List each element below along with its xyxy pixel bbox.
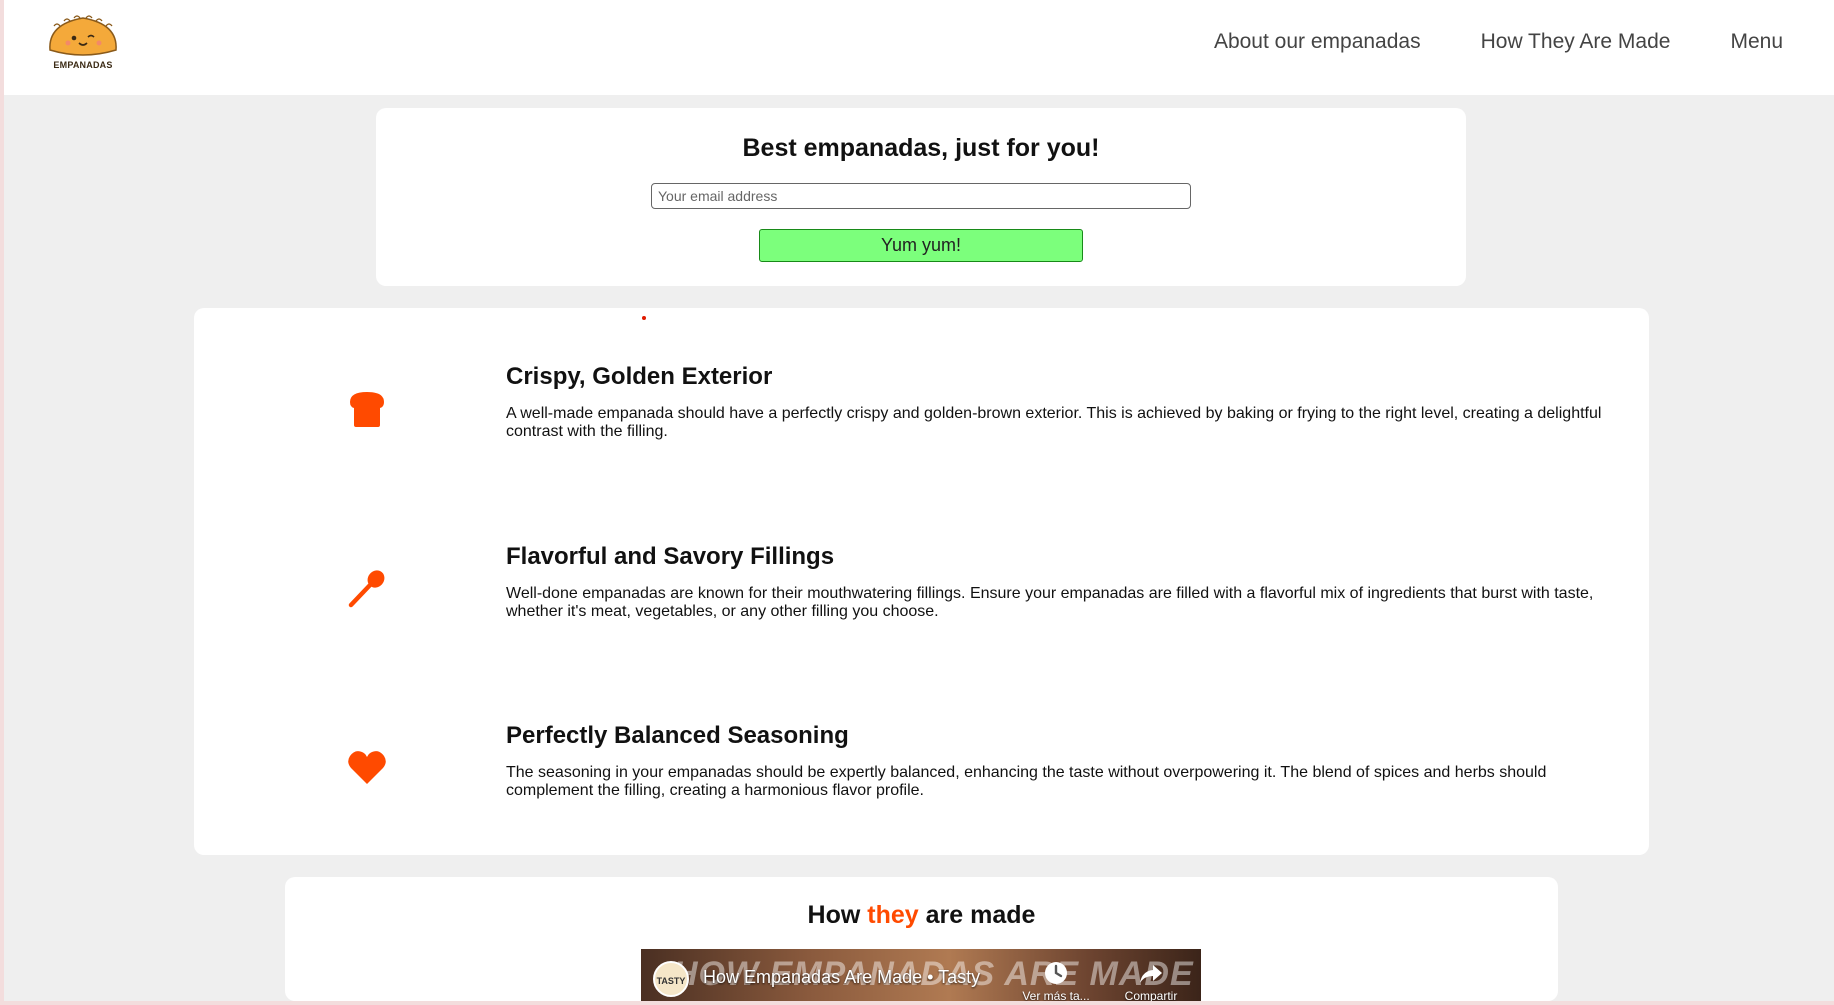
video-section-title-start: How xyxy=(807,901,861,929)
feature-item: Crispy, Golden Exterior A well-made empa… xyxy=(194,363,1649,503)
signup-title: Best empanadas, just for you! xyxy=(742,134,1100,162)
nav-link-how-made[interactable]: How They Are Made xyxy=(1481,30,1671,54)
video-section-title: How they are made xyxy=(285,877,1558,930)
empanada-logo-icon xyxy=(49,15,117,56)
video-section-title-accent: they xyxy=(867,901,919,929)
feature-description: Well-done empanadas are known for their … xyxy=(506,585,1594,620)
email-input[interactable] xyxy=(651,183,1191,209)
empanadas-logo[interactable]: EMPANADAS xyxy=(44,10,122,74)
logo-text: EMPANADAS xyxy=(53,60,113,70)
channel-avatar[interactable]: TASTY xyxy=(653,961,689,997)
yum-yum-button[interactable]: Yum yum! xyxy=(759,229,1083,262)
feature-description: A well-made empanada should have a perfe… xyxy=(506,405,1602,440)
page: EMPANADAS About our empanadas How They A… xyxy=(0,0,1834,1005)
site-header: EMPANADAS About our empanadas How They A… xyxy=(4,0,1834,95)
main-nav: About our empanadas How They Are Made Me… xyxy=(1214,30,1783,54)
video-title-link[interactable]: How Empanadas Are Made • Tasty xyxy=(703,967,980,988)
nav-link-menu[interactable]: Menu xyxy=(1730,30,1783,54)
clock-icon xyxy=(1045,962,1067,984)
feature-item: Flavorful and Savory Fillings Well-done … xyxy=(194,543,1649,683)
watch-later-label: Ver más ta... xyxy=(1022,989,1090,1001)
video-embed[interactable]: HOW EMPANADAS ARE MADE TASTY How Empanad… xyxy=(641,949,1201,1001)
video-section-title-end: are made xyxy=(925,901,1036,929)
watch-later-button[interactable]: Ver más ta... xyxy=(1016,959,1096,1001)
decorative-dot xyxy=(642,316,646,320)
share-icon xyxy=(1140,965,1162,983)
feature-item: Perfectly Balanced Seasoning The seasoni… xyxy=(194,722,1649,862)
nav-link-about[interactable]: About our empanadas xyxy=(1214,30,1421,54)
bread-icon xyxy=(346,387,388,429)
share-button[interactable]: Compartir xyxy=(1111,959,1191,1001)
feature-title: Flavorful and Savory Fillings xyxy=(506,543,835,570)
page-left-border xyxy=(0,0,4,1005)
spoon-icon xyxy=(346,567,388,609)
feature-description: The seasoning in your empanadas should b… xyxy=(506,764,1547,799)
feature-title: Crispy, Golden Exterior xyxy=(506,363,773,390)
video-section: How they are made HOW EMPANADAS ARE MADE… xyxy=(285,877,1558,1001)
share-label: Compartir xyxy=(1124,989,1178,1001)
features-card: Crispy, Golden Exterior A well-made empa… xyxy=(194,308,1649,855)
signup-card: Best empanadas, just for you! Yum yum! xyxy=(376,108,1466,286)
heart-icon xyxy=(346,746,388,788)
page-bottom-border xyxy=(0,1001,1834,1005)
feature-title: Perfectly Balanced Seasoning xyxy=(506,722,849,749)
